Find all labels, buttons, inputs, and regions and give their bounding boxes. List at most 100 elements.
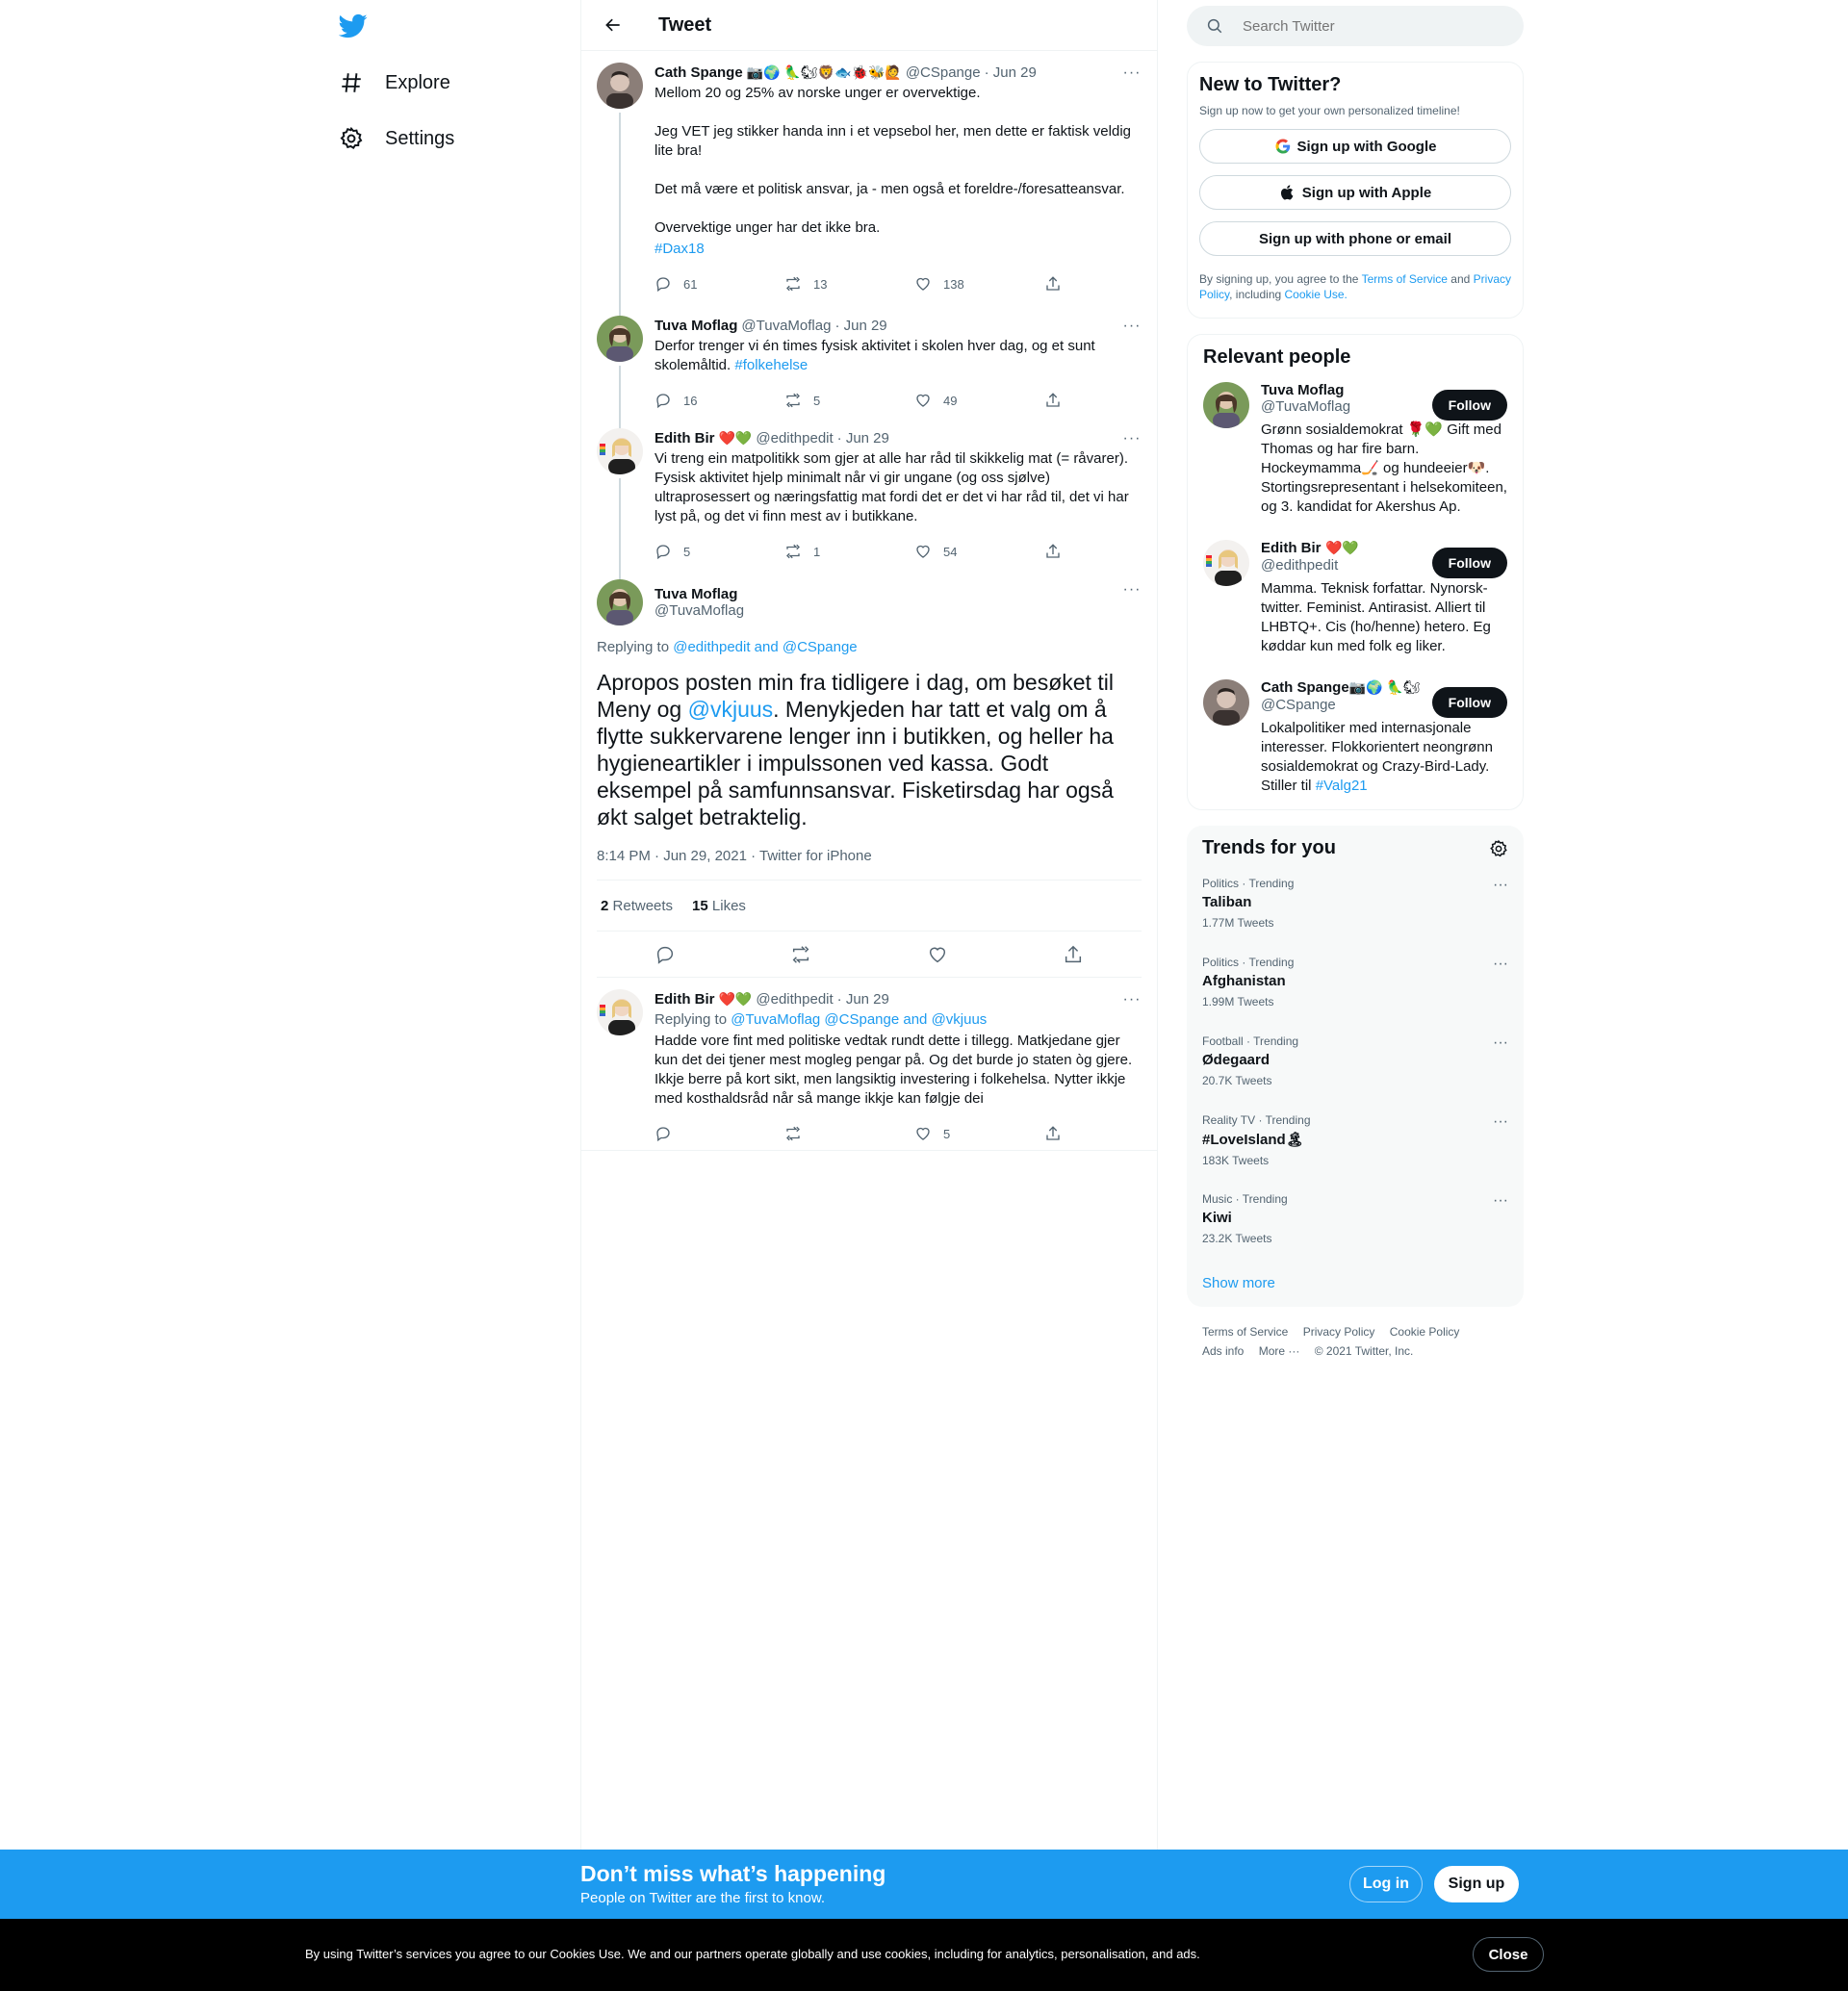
back-button[interactable] (597, 9, 629, 41)
author-name[interactable]: Edith Bir (654, 991, 715, 1008)
gear-icon[interactable] (1489, 839, 1508, 858)
more-icon[interactable]: ··· (1493, 877, 1508, 894)
avatar[interactable] (1203, 540, 1249, 586)
more-icon[interactable]: ··· (1493, 1113, 1508, 1131)
reply-button[interactable]: 61 (654, 275, 751, 293)
signup-google-button[interactable]: Sign up with Google (1199, 129, 1511, 164)
tweet-timestamp[interactable]: 8:14 PM · Jun 29, 2021 · Twitter for iPh… (597, 848, 1142, 881)
reply-tweet[interactable]: ··· Edith Bir ❤️💚 @edithpedit · Jun 29 R… (581, 978, 1157, 1151)
heart-icon[interactable] (927, 944, 948, 965)
author-handle[interactable]: @edithpedit (756, 991, 833, 1008)
signup-phone-button[interactable]: Sign up with phone or email (1199, 221, 1511, 256)
like-button[interactable]: 54 (914, 543, 1011, 560)
search-bar[interactable] (1187, 6, 1524, 46)
tweet-date[interactable]: · Jun 29 (985, 64, 1037, 81)
thread-tweet[interactable]: ··· Tuva Moflag @TuvaMoflag · Jun 29 Der… (581, 304, 1157, 428)
twitter-logo-icon[interactable] (338, 12, 370, 42)
replying-to-link[interactable]: @TuvaMoflag @CSpange and @vkjuus (731, 1011, 987, 1028)
footer-cookie-link[interactable]: Cookie Policy (1390, 1325, 1460, 1339)
person-card[interactable]: Tuva Moflag @TuvaMoflag Grønn sosialdemo… (1188, 369, 1523, 526)
person-card[interactable]: Edith Bir ❤️💚 @edithpedit Mamma. Teknisk… (1188, 526, 1523, 666)
tweet-date[interactable]: · Jun 29 (837, 430, 889, 447)
author-handle[interactable]: @TuvaMoflag (654, 602, 744, 619)
follow-button[interactable]: Follow (1431, 390, 1507, 421)
author-handle[interactable]: @TuvaMoflag (741, 318, 831, 334)
footer-more-link[interactable]: More ··· (1259, 1344, 1300, 1358)
author-name[interactable]: Tuva Moflag (654, 318, 737, 334)
share-icon[interactable] (1063, 944, 1084, 965)
login-button[interactable]: Log in (1349, 1866, 1423, 1902)
signup-apple-button[interactable]: Sign up with Apple (1199, 175, 1511, 210)
person-name[interactable]: Edith Bir (1261, 540, 1322, 556)
author-name[interactable]: Edith Bir (654, 430, 715, 447)
follow-button[interactable]: Follow (1431, 548, 1507, 578)
mention-link[interactable]: @vkjuus (688, 697, 774, 722)
person-card[interactable]: Cath Spange📷🌍 🦜🐿 @CSpange Lokalpolitiker… (1188, 666, 1523, 805)
avatar[interactable] (1203, 679, 1249, 726)
reply-icon[interactable] (654, 944, 676, 965)
terms-link[interactable]: Terms of Service (1362, 272, 1448, 286)
hashtag-link[interactable]: #Valg21 (1316, 778, 1368, 794)
more-icon[interactable]: ··· (1493, 956, 1508, 973)
more-icon[interactable]: ··· (1122, 64, 1142, 84)
trend-item[interactable]: Music · Trending Kiwi 23.2K Tweets ··· (1187, 1181, 1524, 1260)
like-button[interactable]: 49 (914, 392, 1011, 409)
nav-settings[interactable]: Settings (339, 117, 454, 160)
avatar[interactable] (597, 428, 643, 474)
close-button[interactable]: Close (1473, 1937, 1544, 1972)
like-button[interactable]: 5 (914, 1125, 1011, 1142)
author-name[interactable]: Tuva Moflag (654, 586, 744, 602)
retweet-icon[interactable] (790, 944, 811, 965)
trends-box: Trends for you Politics · Trending Talib… (1187, 826, 1524, 1307)
more-icon[interactable]: ··· (1122, 991, 1142, 1010)
like-button[interactable]: 138 (914, 275, 1011, 293)
more-icon[interactable]: ··· (1122, 318, 1142, 337)
footer-ads-link[interactable]: Ads info (1202, 1344, 1244, 1358)
trend-item[interactable]: Reality TV · Trending #LoveIsland🏝 183K … (1187, 1102, 1524, 1181)
share-button[interactable] (1044, 275, 1064, 293)
follow-button[interactable]: Follow (1431, 687, 1507, 718)
more-icon[interactable]: ··· (1122, 581, 1142, 600)
tweet-date[interactable]: · Jun 29 (837, 991, 889, 1008)
tweet-date[interactable]: · Jun 29 (834, 318, 886, 334)
retweet-button[interactable] (784, 1125, 881, 1142)
likes-stat[interactable]: 15 Likes (692, 898, 746, 914)
avatar[interactable] (597, 316, 643, 362)
signup-button[interactable]: Sign up (1434, 1866, 1519, 1902)
trend-item[interactable]: Politics · Trending Taliban 1.77M Tweets… (1187, 865, 1524, 944)
more-icon[interactable]: ··· (1493, 1192, 1508, 1210)
more-icon[interactable]: ··· (1493, 1034, 1508, 1052)
footer-terms-link[interactable]: Terms of Service (1202, 1325, 1288, 1339)
hashtag-link[interactable]: #Dax18 (654, 241, 705, 257)
thread-tweet[interactable]: ··· Edith Bir ❤️💚 @edithpedit · Jun 29 V… (581, 417, 1157, 579)
avatar[interactable] (597, 579, 643, 625)
reply-button[interactable]: 5 (654, 543, 751, 560)
hashtag-link[interactable]: #folkehelse (734, 357, 808, 373)
trend-item[interactable]: Football · Trending Ødegaard 20.7K Tweet… (1187, 1023, 1524, 1102)
cookie-link[interactable]: Cookie Use. (1285, 288, 1348, 301)
avatar[interactable] (597, 63, 643, 109)
share-button[interactable] (1044, 543, 1064, 560)
share-button[interactable] (1044, 392, 1064, 409)
avatar[interactable] (597, 989, 643, 1035)
show-more-link[interactable]: Show more (1187, 1260, 1524, 1307)
author-handle[interactable]: @CSpange (906, 64, 981, 81)
retweet-button[interactable]: 5 (784, 392, 881, 409)
reply-button[interactable] (654, 1125, 751, 1142)
person-name[interactable]: Cath Spange (1261, 679, 1349, 696)
retweet-button[interactable]: 13 (784, 275, 881, 293)
author-name[interactable]: Cath Spange (654, 64, 743, 81)
avatar[interactable] (1203, 382, 1249, 428)
more-icon[interactable]: ··· (1122, 430, 1142, 449)
retweets-stat[interactable]: 2 Retweets (601, 898, 673, 914)
retweet-button[interactable]: 1 (784, 543, 881, 560)
thread-tweet[interactable]: ··· Cath Spange 📷🌍 🦜🐿🦁🐟🐞🐝🙋 @CSpange · Ju… (581, 51, 1157, 316)
share-button[interactable] (1044, 1125, 1064, 1142)
footer-privacy-link[interactable]: Privacy Policy (1303, 1325, 1375, 1339)
search-input[interactable] (1243, 17, 1483, 35)
author-handle[interactable]: @edithpedit (756, 430, 833, 447)
trend-item[interactable]: Politics · Trending Afghanistan 1.99M Tw… (1187, 944, 1524, 1023)
reply-button[interactable]: 16 (654, 392, 751, 409)
replying-to-link[interactable]: @edithpedit and @CSpange (673, 639, 857, 655)
nav-explore[interactable]: Explore (339, 62, 450, 104)
